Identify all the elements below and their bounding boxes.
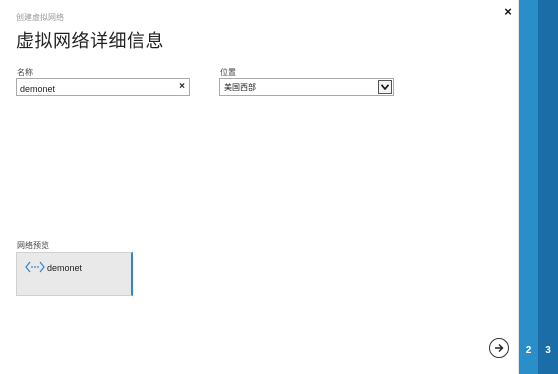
breadcrumb: 创建虚拟网络 [16,13,64,22]
arrow-right-icon [495,344,504,352]
close-button[interactable]: × [501,5,515,19]
network-preview-name: demonet [47,263,83,273]
location-value: 美国西部 [224,83,256,92]
step-number: 3 [545,345,551,356]
create-vnet-dialog: 创建虚拟网络 虚拟网络详细信息 × 名称 × 位置 美国西部 网络预览 demo… [0,0,519,374]
page-title: 虚拟网络详细信息 [16,31,164,51]
virtual-network-icon [25,261,45,273]
step-number: 2 [525,345,532,356]
network-preview-label: 网络预览 [17,241,49,250]
name-input[interactable] [17,81,189,97]
name-label: 名称 [17,68,33,77]
location-select[interactable]: 美国西部 [219,78,394,96]
wizard-step-3[interactable]: 3 [538,0,558,374]
wizard-steps: 2 3 [519,0,558,374]
name-field: × [16,78,190,97]
network-preview-card: demonet [16,252,133,296]
wizard-step-2[interactable]: 2 [519,0,538,374]
location-label: 位置 [220,68,236,77]
next-button[interactable] [489,338,509,358]
chevron-down-icon[interactable] [378,80,392,94]
clear-icon[interactable]: × [179,80,185,94]
